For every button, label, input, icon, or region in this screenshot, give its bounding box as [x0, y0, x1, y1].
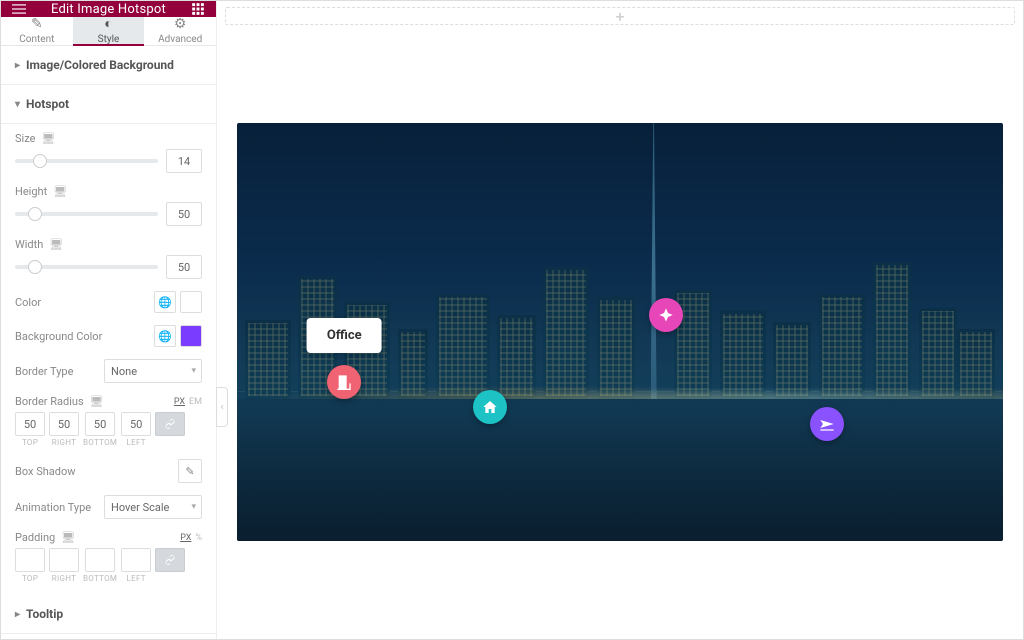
border-type-select[interactable]: None	[104, 359, 202, 383]
unit-px[interactable]: PX	[180, 533, 191, 543]
section-tooltip[interactable]: ▸ Tooltip	[1, 595, 216, 634]
desktop-icon[interactable]: 🖥	[41, 132, 55, 145]
app-root: Edit Image Hotspot ✎ Content ◐ Style ⚙ Adva…	[0, 0, 1024, 640]
section-tooltip-label: Tooltip	[26, 607, 63, 621]
tab-advanced-label: Advanced	[158, 34, 202, 45]
size-label: Size🖥	[15, 132, 55, 145]
tab-advanced[interactable]: ⚙ Advanced	[144, 17, 216, 45]
unit-px[interactable]: PX	[174, 397, 185, 407]
editor-sidebar: Edit Image Hotspot ✎ Content ◐ Style ⚙ Adva…	[1, 1, 217, 639]
padding-units: PX %	[180, 533, 202, 543]
pad-right-input[interactable]	[49, 548, 79, 572]
animation-type-select[interactable]: Hover Scale	[104, 495, 202, 519]
box-shadow-label: Box Shadow	[15, 465, 76, 478]
width-input[interactable]	[166, 255, 202, 279]
water-reflection	[237, 399, 1003, 541]
border-radius-label: Border Radius🖥	[15, 395, 104, 408]
dim-top-label: TOP	[22, 574, 38, 583]
control-width: Width🖥	[15, 238, 202, 279]
chevron-right-icon: ▸	[15, 609, 20, 620]
desktop-icon[interactable]: 🖥	[61, 531, 75, 544]
color-swatch[interactable]	[180, 291, 202, 313]
pad-left-input[interactable]	[121, 548, 151, 572]
panel-collapse-handle[interactable]: ‹	[216, 387, 228, 427]
size-slider[interactable]	[15, 159, 158, 163]
height-input[interactable]	[166, 202, 202, 226]
br-top-input[interactable]	[15, 412, 45, 436]
preview-canvas: + ‹	[217, 1, 1023, 639]
control-color: Color 🌐	[15, 291, 202, 313]
height-slider[interactable]	[15, 212, 158, 216]
section-hotspot[interactable]: ▾ Hotspot	[1, 85, 216, 124]
menu-icon[interactable]	[11, 1, 27, 17]
tab-style[interactable]: ◐ Style	[73, 17, 145, 45]
dim-bottom-label: BOTTOM	[83, 438, 117, 447]
dim-top-label: TOP	[22, 438, 38, 447]
control-height: Height🖥	[15, 185, 202, 226]
link-values-button[interactable]	[155, 548, 185, 572]
bgcolor-label: Background Color	[15, 330, 102, 343]
pencil-icon: ✎	[31, 17, 43, 31]
section-hotspot-label: Hotspot	[26, 97, 69, 111]
dim-left-label: LEFT	[127, 574, 146, 583]
unit-pct[interactable]: %	[195, 533, 202, 543]
unit-em[interactable]: EM	[189, 397, 202, 407]
sidebar-header: Edit Image Hotspot	[1, 1, 216, 17]
control-animation-type: Animation Type Hover Scale	[15, 495, 202, 519]
section-tooltip-content[interactable]: ▸ Tooltip Content	[1, 634, 216, 640]
hotspot-office[interactable]	[327, 365, 361, 399]
width-label: Width🖥	[15, 238, 63, 251]
dim-right-label: RIGHT	[52, 574, 76, 583]
tab-content[interactable]: ✎ Content	[1, 17, 73, 45]
color-label: Color	[15, 296, 41, 309]
apps-icon[interactable]	[190, 1, 206, 17]
desktop-icon[interactable]: 🖥	[90, 395, 104, 408]
link-values-button[interactable]	[155, 412, 185, 436]
gear-icon: ⚙	[174, 17, 187, 31]
chevron-right-icon: ▸	[15, 60, 20, 71]
control-border-type: Border Type None	[15, 359, 202, 383]
control-bg-color: Background Color 🌐	[15, 325, 202, 347]
br-bottom-input[interactable]	[85, 412, 115, 436]
hotspot-panel: Size🖥 Height🖥 Width🖥	[1, 124, 216, 595]
section-image-background-label: Image/Colored Background	[26, 58, 174, 72]
hotspot-tooltip: Office	[307, 318, 382, 353]
control-size: Size🖥	[15, 132, 202, 173]
dim-right-label: RIGHT	[52, 438, 76, 447]
border-type-label: Border Type	[15, 365, 73, 378]
hotspot-compass[interactable]	[649, 298, 683, 332]
hotspot-flight[interactable]	[810, 407, 844, 441]
control-padding: Padding🖥 PX % TOP RIGHT BOTTOM LEFT	[15, 531, 202, 583]
dim-left-label: LEFT	[127, 438, 146, 447]
border-radius-units: PX EM	[174, 397, 202, 407]
hero-image: Office	[237, 123, 1003, 541]
box-shadow-edit-button[interactable]: ✎	[178, 459, 202, 483]
hotspot-home[interactable]	[473, 390, 507, 424]
size-input[interactable]	[166, 149, 202, 173]
height-label: Height🖥	[15, 185, 67, 198]
bgcolor-swatch[interactable]	[180, 325, 202, 347]
add-section-button[interactable]: +	[225, 7, 1015, 25]
contrast-icon: ◐	[104, 17, 112, 31]
pad-bottom-input[interactable]	[85, 548, 115, 572]
animation-type-label: Animation Type	[15, 501, 91, 514]
globe-icon[interactable]: 🌐	[154, 325, 176, 347]
section-image-background[interactable]: ▸ Image/Colored Background	[1, 46, 216, 85]
chevron-down-icon: ▾	[15, 99, 20, 110]
sidebar-title: Edit Image Hotspot	[51, 2, 166, 17]
br-left-input[interactable]	[121, 412, 151, 436]
tab-style-label: Style	[98, 34, 120, 45]
pad-top-input[interactable]	[15, 548, 45, 572]
globe-icon[interactable]: 🌐	[154, 291, 176, 313]
desktop-icon[interactable]: 🖥	[49, 238, 63, 251]
editor-tabs: ✎ Content ◐ Style ⚙ Advanced	[1, 17, 216, 46]
control-border-radius: Border Radius🖥 PX EM TOP RIGHT BOTTOM LE…	[15, 395, 202, 447]
width-slider[interactable]	[15, 265, 158, 269]
desktop-icon[interactable]: 🖥	[53, 185, 67, 198]
br-right-input[interactable]	[49, 412, 79, 436]
tab-content-label: Content	[19, 34, 54, 45]
dim-bottom-label: BOTTOM	[83, 574, 117, 583]
control-box-shadow: Box Shadow ✎	[15, 459, 202, 483]
padding-label: Padding🖥	[15, 531, 75, 544]
